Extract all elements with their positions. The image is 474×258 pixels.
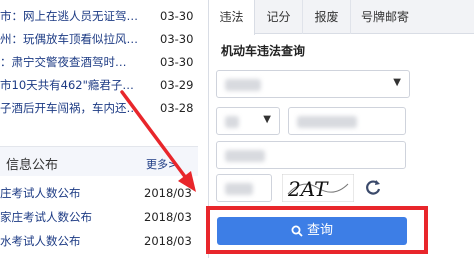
search-icon [291,225,303,237]
news-item[interactable]: ：肃宁交警夜查酒驾时… 03-30 [0,52,198,72]
vehicle-type-select[interactable]: ▼ [216,70,410,98]
info-item[interactable]: 家庄考试人数公布 2018/03 [0,206,198,228]
info-item-date: 2018/03 [144,186,192,200]
news-item[interactable]: 市10天共有462"瘾君子… 03-29 [0,75,198,95]
vehicle-type-value [225,77,261,91]
news-date: 03-30 [160,9,194,23]
news-title[interactable]: ：肃宁交警夜查酒驾时… [0,52,158,72]
info-item-date: 2018/03 [144,210,192,224]
tab-plate-mail[interactable]: 号牌邮寄 [351,0,419,34]
tab-violation[interactable]: 违法 [209,0,255,35]
tab-scrap[interactable]: 报废 [303,0,351,34]
tab-points[interactable]: 记分 [255,0,303,34]
tab-bar: 违法 记分 报废 号牌邮寄 [209,0,474,35]
news-title[interactable]: 州：玩偶放车顶看似拉风… [0,29,158,49]
news-date: 03-29 [160,78,194,92]
caret-down-icon: ▼ [263,114,271,125]
more-link[interactable]: 更多> [146,156,177,172]
info-item-date: 2018/03 [144,234,192,248]
engine-number-input[interactable] [216,141,406,169]
news-item[interactable]: 子酒后开车闯祸，车内还… 03-28 [0,98,198,118]
info-header: 信息公布 更多> [0,146,198,176]
info-item-title[interactable]: 家庄考试人数公布 [0,206,140,228]
plate-number-value [297,114,357,128]
news-title[interactable]: 市：网上在逃人员无证驾… [0,6,158,26]
captcha-input-value [225,181,253,195]
captcha-input[interactable] [216,174,272,202]
info-title: 信息公布 [6,158,59,173]
news-item[interactable]: 州：玩偶放车顶看似拉风… 03-30 [0,29,198,49]
engine-number-value [225,148,265,162]
info-item-title[interactable]: 水考试人数公布 [0,230,140,252]
refresh-icon[interactable] [364,178,382,196]
news-date: 03-28 [160,101,194,115]
plate-number-input[interactable] [288,107,406,135]
info-item[interactable]: 水考试人数公布 2018/03 [0,230,198,252]
plate-prefix-select[interactable]: ▼ [216,107,280,135]
news-date: 03-30 [160,55,194,69]
caret-down-icon: ▼ [393,77,401,88]
search-button[interactable]: 查询 [217,217,407,245]
news-column: 市：网上在逃人员无证驾… 03-30 州：玩偶放车顶看似拉风… 03-30 ：肃… [0,0,198,258]
news-title[interactable]: 子酒后开车闯祸，车内还… [0,98,158,118]
news-title[interactable]: 市10天共有462"瘾君子… [0,75,158,95]
search-button-label: 查询 [306,223,333,238]
news-date: 03-30 [160,32,194,46]
captcha-text: 2AT [287,177,329,201]
info-item[interactable]: 庄考试人数公布 2018/03 [0,182,198,204]
plate-prefix-value [225,114,239,128]
news-item[interactable]: 市：网上在逃人员无证驾… 03-30 [0,6,198,26]
form-title: 机动车违法查询 [221,44,306,58]
captcha-image[interactable]: 2AT [282,174,354,202]
info-item-title[interactable]: 庄考试人数公布 [0,182,140,204]
